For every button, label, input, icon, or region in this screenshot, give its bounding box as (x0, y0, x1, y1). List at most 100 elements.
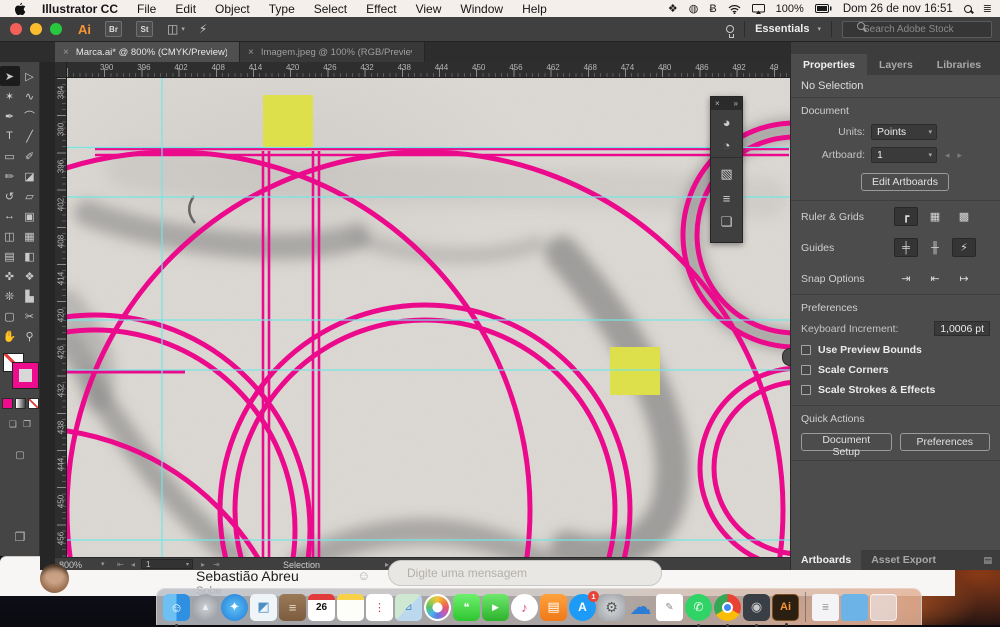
bluetooth-icon[interactable]: Ƀ (709, 3, 716, 15)
window-minimize-button[interactable] (30, 23, 42, 35)
perspective-grid-tool[interactable]: ▦ (20, 226, 40, 246)
snap-to-grid-icon[interactable]: ⇥ (894, 269, 918, 288)
gradient-mode-button[interactable] (15, 398, 26, 409)
tab-layers[interactable]: Layers (867, 54, 925, 75)
blend-tool[interactable]: ❖ (20, 266, 40, 286)
previous-artboard-icon[interactable]: ◂ (945, 150, 950, 161)
line-segment-tool[interactable]: ╱ (20, 126, 40, 146)
lasso-tool[interactable]: ∿ (20, 86, 40, 106)
dock-system-preferences-icon[interactable]: ⚙ (598, 594, 625, 621)
color-mode-button[interactable] (2, 398, 13, 409)
show-pixel-grid-icon[interactable]: ▩ (952, 207, 976, 226)
paintbrush-tool[interactable]: ✐ (20, 146, 40, 166)
panel-menu-icon[interactable]: ▤ (983, 555, 992, 566)
eraser-tool[interactable]: ◪ (20, 166, 40, 186)
notification-center-icon[interactable]: ≣ (983, 2, 992, 15)
menu-edit[interactable]: Edit (175, 2, 196, 16)
zoom-level[interactable]: 800% (59, 560, 82, 570)
artboard-dropdown[interactable]: 1 ▾ (871, 147, 937, 163)
menubar-clock[interactable]: Dom 26 de nov 16:51 (843, 3, 953, 15)
menu-file[interactable]: File (137, 2, 156, 16)
direct-selection-tool[interactable]: ▷ (20, 66, 40, 86)
dock-facetime-icon[interactable]: ▶ (482, 594, 509, 621)
checkbox-scale-corners[interactable]: Scale Corners (801, 364, 990, 376)
menu-object[interactable]: Object (215, 2, 250, 16)
free-transform-tool[interactable]: ▣ (20, 206, 40, 226)
scroll-right-icon[interactable]: ▸ (385, 560, 389, 569)
stroke-swatch[interactable] (13, 363, 38, 388)
menu-window[interactable]: Window (460, 2, 503, 16)
apple-menu-icon[interactable] (14, 2, 26, 16)
curvature-tool[interactable]: ⌒ (20, 106, 40, 126)
zoom-dropdown-icon[interactable]: ▾ (101, 560, 105, 568)
artboard-tool[interactable]: ▢ (0, 306, 20, 326)
pen-tool[interactable]: ✒ (0, 106, 20, 126)
document-tab-marca-ai[interactable]: ×Marca.ai* @ 800% (CMYK/Preview) (55, 42, 240, 62)
vertical-ruler[interactable]: 384390396402408414420426432438444450456 (55, 78, 67, 557)
dock-app-store-icon[interactable]: A1 (569, 594, 596, 621)
tab-libraries[interactable]: Libraries (925, 54, 993, 75)
column-graph-tool[interactable]: ▙ (20, 286, 40, 306)
next-artboard-icon[interactable]: ▸ (958, 150, 963, 161)
tab-close-icon[interactable]: × (248, 47, 254, 58)
wifi-icon[interactable] (728, 4, 741, 14)
checkbox-scale-strokes-effects[interactable]: Scale Strokes & Effects (801, 384, 990, 396)
arrange-documents-icon[interactable]: ◫ (167, 22, 178, 36)
dropbox-icon[interactable]: ❖ (668, 2, 678, 15)
ruler-origin-corner[interactable] (55, 62, 67, 78)
symbol-sprayer-tool[interactable]: ❊ (0, 286, 20, 306)
dock-downloads-icon[interactable] (841, 594, 868, 621)
menu-illustrator-cc[interactable]: Illustrator CC (42, 2, 118, 16)
none-mode-button[interactable] (28, 398, 39, 409)
dock-messages-icon[interactable]: ❝ (453, 594, 480, 621)
dock-illustrator-icon[interactable]: Ai (772, 594, 799, 621)
first-artboard-icon[interactable]: ⇤ (117, 560, 124, 569)
draw-normal-icon[interactable]: ❏ (9, 419, 17, 430)
snap-to-pixel-icon[interactable]: ⇤ (923, 269, 947, 288)
dock-maps-icon[interactable]: ⊿ (395, 594, 422, 621)
gpu-performance-icon[interactable]: ⚡ (199, 22, 207, 36)
next-artboard-icon[interactable]: ▸ (201, 560, 205, 569)
dock-chrome-icon[interactable] (714, 594, 741, 621)
show-grid-icon[interactable]: ▦ (923, 207, 947, 226)
dock-contacts-icon[interactable]: ≡ (279, 594, 306, 621)
snap-to-point-icon[interactable]: ↦ (952, 269, 976, 288)
scale-tool[interactable]: ▱ (20, 186, 40, 206)
tab-asset-export[interactable]: Asset Export (861, 550, 946, 570)
dock-finder-icon[interactable]: ☺ (163, 594, 190, 621)
airplay-icon[interactable] (752, 4, 765, 14)
window-zoom-button[interactable] (50, 23, 62, 35)
panel-expand-icon[interactable]: » (734, 99, 738, 108)
smart-guides-icon[interactable]: ⚡ (952, 238, 976, 257)
align-panel-icon[interactable]: ≡ (711, 186, 742, 210)
slice-tool[interactable]: ✂ (20, 306, 40, 326)
menu-type[interactable]: Type (269, 2, 295, 16)
gradient-tool[interactable]: ◧ (20, 246, 40, 266)
type-tool[interactable]: T (0, 126, 20, 146)
menu-help[interactable]: Help (522, 2, 547, 16)
dock-preview-icon[interactable]: ◩ (250, 594, 277, 621)
edit-toolbar-icon[interactable]: ❐ (0, 530, 40, 544)
rotate-tool[interactable]: ↺ (0, 186, 20, 206)
dock-trash-icon[interactable] (870, 594, 897, 621)
creative-cloud-icon[interactable]: ◍ (689, 2, 699, 15)
zoom-tool[interactable]: ⚲ (20, 326, 40, 346)
dock-photo-booth-icon[interactable]: ◉ (743, 594, 770, 621)
menu-effect[interactable]: Effect (366, 2, 396, 16)
artboard-canvas[interactable] (67, 78, 790, 557)
pathfinder-panel-icon[interactable]: ❏ (711, 210, 742, 234)
menu-select[interactable]: Select (314, 2, 347, 16)
screen-mode-button[interactable]: ▢ (0, 450, 40, 461)
document-setup-button[interactable]: Document Setup (801, 433, 892, 451)
dock-textedit-icon[interactable]: ✎ (656, 594, 683, 621)
tab-close-icon[interactable]: × (63, 47, 69, 58)
spotlight-icon[interactable] (964, 5, 972, 13)
dock-photos-icon[interactable] (424, 594, 451, 621)
keyboard-increment-field[interactable]: 1,0006 pt (934, 321, 990, 336)
dock-itunes-icon[interactable]: ♪ (511, 594, 538, 621)
magic-wand-tool[interactable]: ✶ (0, 86, 20, 106)
checkbox-box[interactable] (801, 345, 811, 355)
show-guides-icon[interactable]: ╪ (894, 238, 918, 257)
gpu-lightbulb-icon[interactable] (726, 25, 734, 33)
dock-ibooks-icon[interactable]: ▤ (540, 594, 567, 621)
